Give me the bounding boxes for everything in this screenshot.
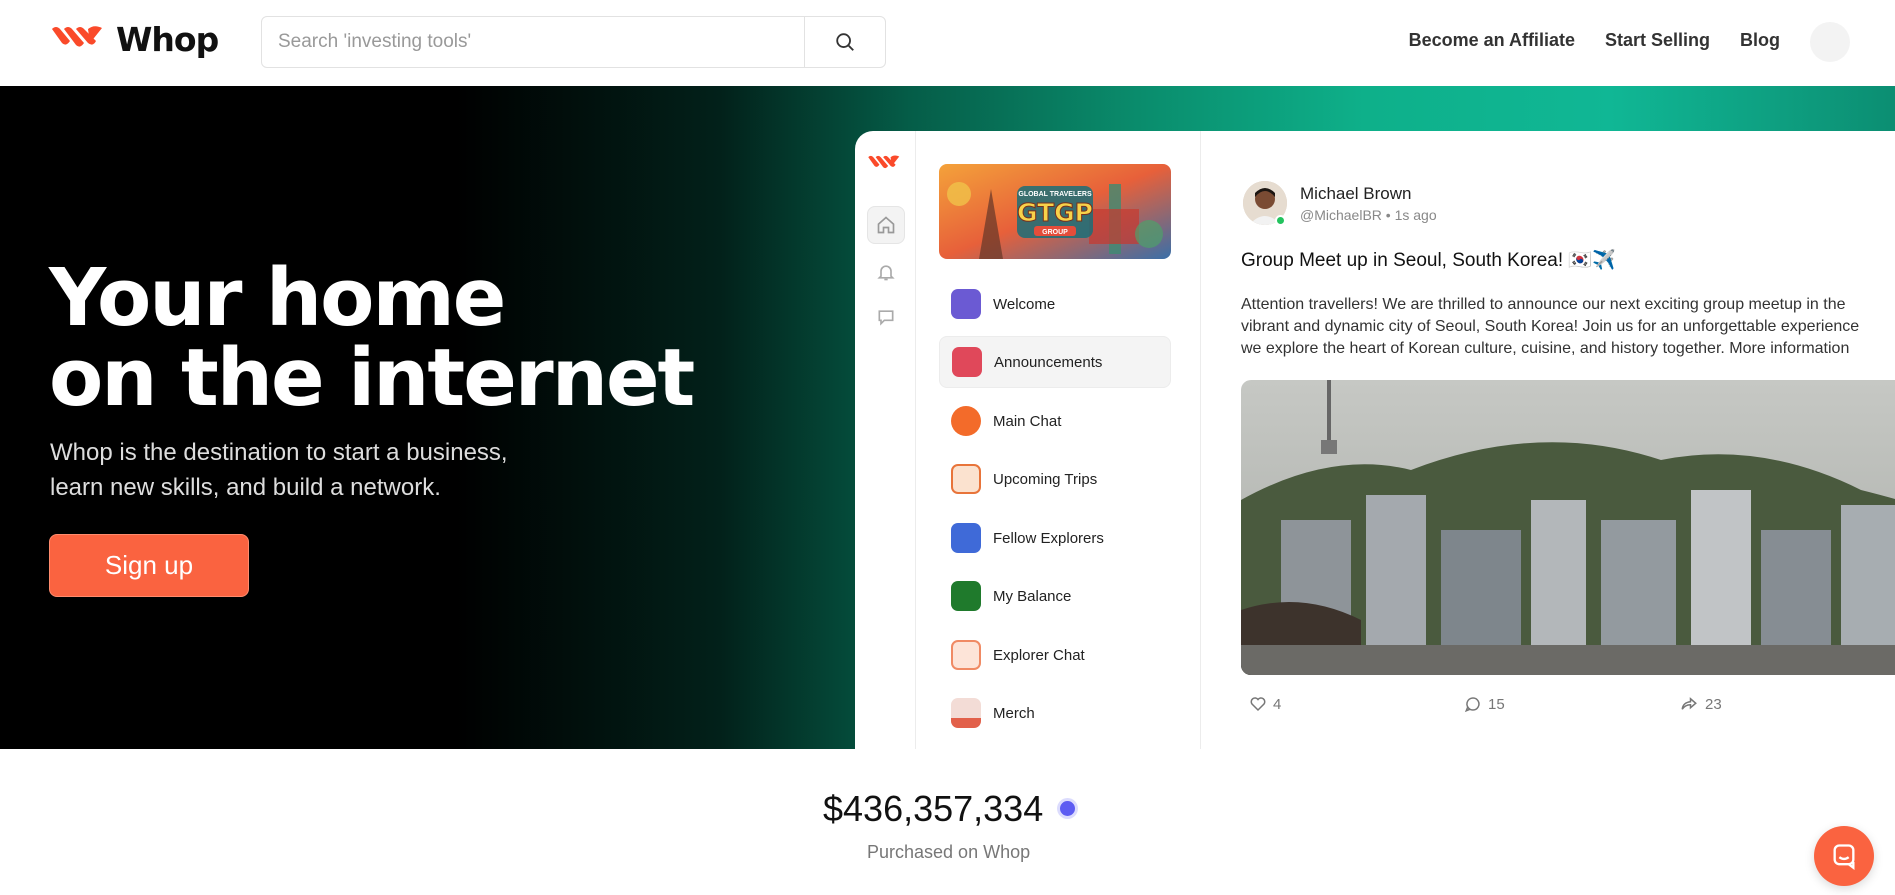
chat-icon[interactable] [867,298,905,336]
nav-become-affiliate[interactable]: Become an Affiliate [1409,30,1575,51]
whop-logo-icon [52,25,102,47]
search-icon [836,33,854,51]
channel-label: Welcome [993,295,1056,313]
channel-label: Main Chat [993,412,1062,430]
post-title: Group Meet up in Seoul, South Korea! 🇰🇷✈… [1241,250,1616,271]
money-icon [951,581,981,611]
user-avatar[interactable] [1810,22,1850,62]
support-chat-button[interactable] [1814,826,1874,886]
channel-explorer-chat[interactable]: Explorer Chat [939,629,1171,681]
chat-support-icon [1833,844,1855,870]
top-nav: Become an Affiliate Start Selling Blog [1409,30,1780,51]
channel-my-balance[interactable]: My Balance [939,570,1171,622]
whop-logo[interactable]: Whop [50,20,219,59]
share-button[interactable]: 23 [1679,695,1722,713]
channel-welcome[interactable]: Welcome [939,278,1171,330]
channel-fellow-explorers[interactable]: Fellow Explorers [939,512,1171,564]
post-card: Michael Brown @MichaelBR • 1s ago Group … [1201,131,1895,749]
heart-icon [1250,697,1266,712]
whop-logo-icon [868,155,900,169]
nav-blog[interactable]: Blog [1740,30,1780,51]
brand-name: Whop [116,20,219,59]
hero-title-line-2: on the internet [49,332,695,424]
comment-icon [1464,697,1480,713]
purchase-total-label: Purchased on Whop [867,842,1031,862]
channel-merch[interactable]: Merch [939,687,1171,739]
like-count: 4 [1273,695,1282,713]
bell-icon[interactable] [867,253,905,291]
channel-announcements[interactable]: Announcements [939,336,1171,388]
bag-icon [951,698,981,728]
banner-main: GTGP [1017,198,1093,227]
like-button[interactable]: 4 [1249,695,1281,713]
home-icon[interactable] [867,206,905,244]
post-body-line: Attention travellers! We are thrilled to… [1241,296,1846,313]
group-banner[interactable]: GLOBAL TRAVELERS GTGP GROUP [939,164,1171,259]
post-image[interactable] [1241,380,1895,675]
banner-line-1: GLOBAL TRAVELERS [1018,191,1092,198]
hero-title-line-1: Your home [49,252,506,344]
search-input[interactable] [262,17,804,67]
search-bar [261,16,886,68]
share-icon [1681,697,1697,710]
channel-label: My Balance [993,587,1072,605]
top-header: Whop Become an Affiliate Start Selling B… [0,0,1895,86]
app-preview: GLOBAL TRAVELERS GTGP GROUP Welcome Anno… [855,131,1895,749]
channel-label: Merch [993,704,1035,722]
signup-button[interactable]: Sign up [49,534,249,597]
search-button[interactable] [804,17,885,67]
nav-start-selling[interactable]: Start Selling [1605,30,1710,51]
notes-icon [951,640,981,670]
app-side-rail [855,131,916,749]
hero-title: Your home on the internet [49,258,695,418]
post-body: Attention travellers! We are thrilled to… [1241,294,1895,360]
online-status-dot [1275,215,1286,226]
hero-subtitle-line-2: learn new skills, and build a network. [50,474,441,501]
post-body-line: we explore the heart of Korean culture, … [1241,340,1850,357]
channel-main-chat[interactable]: Main Chat [939,395,1171,447]
comment-count: 15 [1488,695,1505,713]
hero-subtitle: Whop is the destination to start a busin… [50,435,570,505]
channel-list: GLOBAL TRAVELERS GTGP GROUP Welcome Anno… [916,131,1201,749]
star-icon [951,464,981,494]
post-body-line: vibrant and dynamic city of Seoul, South… [1241,318,1860,335]
live-indicator-dot [1060,801,1075,816]
megaphone-icon [952,347,982,377]
hero-subtitle-line-1: Whop is the destination to start a busin… [50,439,508,466]
purchase-total: $436,357,334 [823,788,1044,829]
channel-label: Announcements [994,353,1103,371]
contacts-icon [951,523,981,553]
graduation-cap-icon [951,289,981,319]
channel-label: Fellow Explorers [993,529,1104,547]
comment-button[interactable]: 15 [1464,695,1505,713]
post-author[interactable]: Michael Brown [1300,184,1412,204]
post-reactions: 4 15 23 [1249,695,1895,717]
hero-section: Your home on the internet Whop is the de… [0,86,1895,749]
channel-label: Explorer Chat [993,646,1085,664]
channel-upcoming-trips[interactable]: Upcoming Trips [939,453,1171,505]
channel-label: Upcoming Trips [993,470,1098,488]
post-handle: @MichaelBR • 1s ago [1300,207,1437,223]
banner-line-2: GROUP [1042,229,1068,236]
share-count: 23 [1705,695,1722,713]
speech-bubble-icon [951,406,981,436]
